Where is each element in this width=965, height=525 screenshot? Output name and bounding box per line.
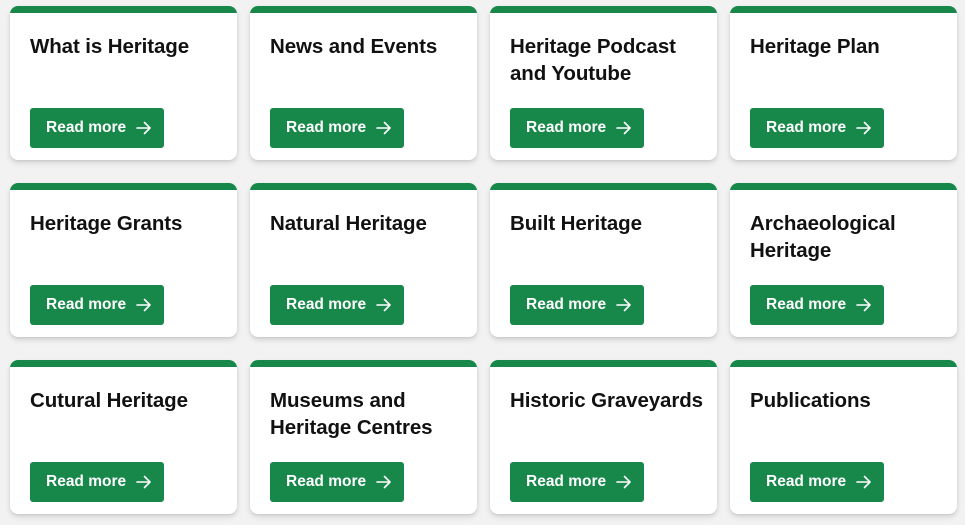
card-accent-bar [10,6,237,13]
card-archaeological-heritage: Archaeological Heritage Read more [730,183,957,337]
read-more-button[interactable]: Read more [30,462,164,502]
card-built-heritage: Built Heritage Read more [490,183,717,337]
card-title: Archaeological Heritage [750,212,896,262]
card-accent-bar [490,183,717,190]
read-more-button[interactable]: Read more [750,462,884,502]
read-more-button[interactable]: Read more [750,108,884,148]
arrow-right-icon [616,475,632,489]
read-more-label: Read more [526,296,607,313]
card-accent-bar [250,360,477,367]
read-more-button[interactable]: Read more [30,108,164,148]
read-more-label: Read more [526,119,607,136]
card-title: What is Heritage [30,35,190,58]
card-accent-bar [10,360,237,367]
card-accent-bar [730,6,957,13]
read-more-button[interactable]: Read more [270,108,404,148]
arrow-right-icon [136,298,152,312]
card-title: News and Events [270,35,438,58]
card-title: Publications [750,389,871,412]
card-title: Historic Graveyards [510,389,703,412]
card-heritage-podcast-and-youtube: Heritage Podcast and Youtube Read more [490,6,717,160]
card-natural-heritage: Natural Heritage Read more [250,183,477,337]
read-more-button[interactable]: Read more [270,462,404,502]
card-accent-bar [730,183,957,190]
arrow-right-icon [376,121,392,135]
read-more-button[interactable]: Read more [30,285,164,325]
read-more-label: Read more [766,296,847,313]
card-title: Cutural Heritage [30,389,188,412]
card-accent-bar [10,183,237,190]
card-what-is-heritage: What is Heritage Read more [10,6,237,160]
arrow-right-icon [136,475,152,489]
card-title: Heritage Podcast and Youtube [510,35,676,85]
arrow-right-icon [616,121,632,135]
card-cutural-heritage: Cutural Heritage Read more [10,360,237,514]
card-accent-bar [490,6,717,13]
arrow-right-icon [376,475,392,489]
card-publications: Publications Read more [730,360,957,514]
arrow-right-icon [136,121,152,135]
card-heritage-plan: Heritage Plan Read more [730,6,957,160]
arrow-right-icon [616,298,632,312]
card-accent-bar [250,6,477,13]
read-more-label: Read more [286,296,367,313]
arrow-right-icon [856,121,872,135]
card-accent-bar [730,360,957,367]
card-title: Heritage Plan [750,35,880,58]
card-heritage-grants: Heritage Grants Read more [10,183,237,337]
read-more-button[interactable]: Read more [510,462,644,502]
read-more-label: Read more [286,473,367,490]
card-title: Built Heritage [510,212,642,235]
arrow-right-icon [856,475,872,489]
card-title: Museums and Heritage Centres [270,389,433,439]
card-historic-graveyards: Historic Graveyards Read more [490,360,717,514]
heritage-card-grid: What is Heritage Read more News and Even… [10,6,957,514]
read-more-label: Read more [46,119,127,136]
card-news-and-events: News and Events Read more [250,6,477,160]
read-more-label: Read more [526,473,607,490]
card-title: Heritage Grants [30,212,183,235]
card-accent-bar [250,183,477,190]
read-more-label: Read more [46,473,127,490]
read-more-label: Read more [46,296,127,313]
read-more-label: Read more [286,119,367,136]
read-more-label: Read more [766,119,847,136]
read-more-button[interactable]: Read more [510,285,644,325]
read-more-button[interactable]: Read more [750,285,884,325]
read-more-button[interactable]: Read more [270,285,404,325]
card-title: Natural Heritage [270,212,427,235]
read-more-label: Read more [766,473,847,490]
read-more-button[interactable]: Read more [510,108,644,148]
card-accent-bar [490,360,717,367]
arrow-right-icon [376,298,392,312]
card-museums-and-heritage-centres: Museums and Heritage Centres Read more [250,360,477,514]
arrow-right-icon [856,298,872,312]
